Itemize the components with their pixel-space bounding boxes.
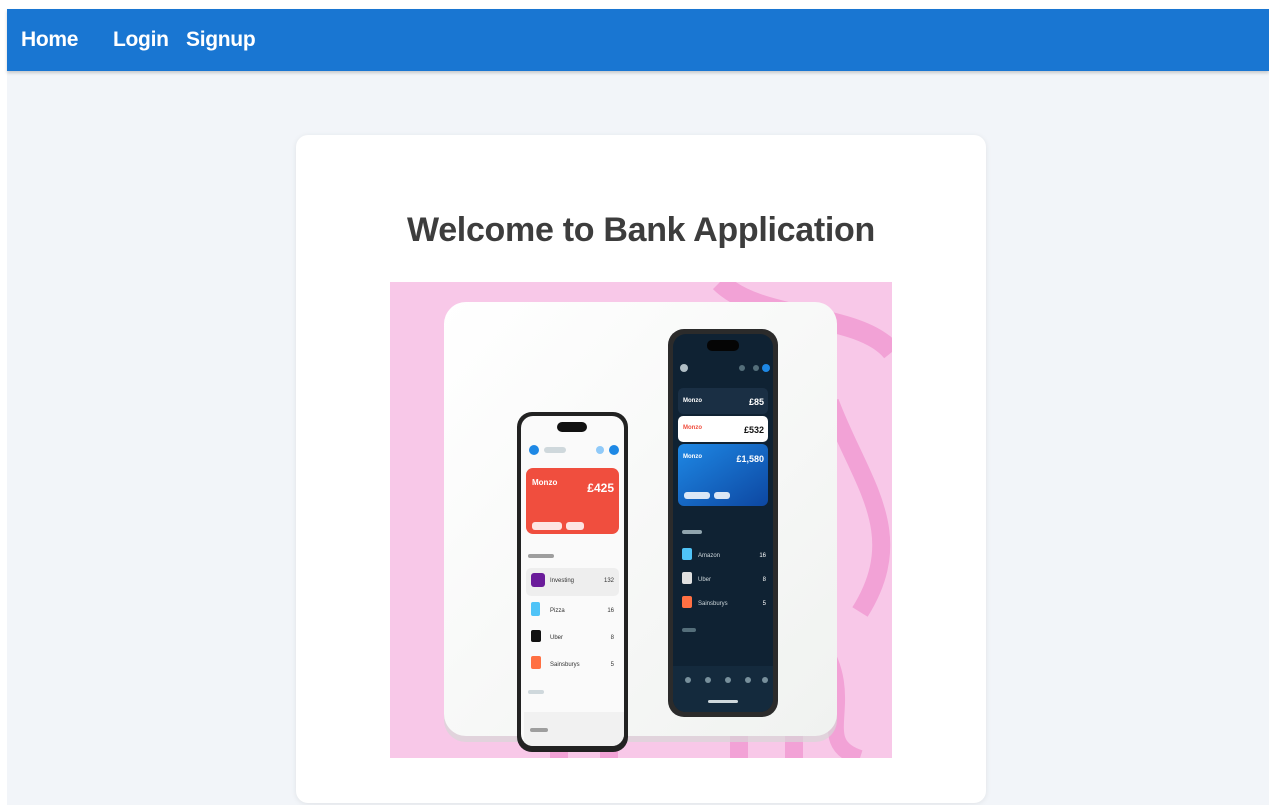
dark-card-2-brand: Monzo bbox=[683, 425, 702, 431]
light-tx-3: Uber bbox=[550, 635, 563, 641]
light-tx-4: Sainsburys bbox=[550, 662, 580, 668]
light-tx-1: Investing bbox=[550, 578, 574, 584]
dark-card-2-amount: £532 bbox=[744, 425, 764, 435]
dark-tx-2: Uber bbox=[698, 577, 711, 583]
dark-card-1-amount: £85 bbox=[749, 397, 764, 407]
dark-card-1-brand: Monzo bbox=[683, 398, 702, 404]
nav-home-link[interactable]: Home bbox=[21, 28, 78, 52]
page-title: Welcome to Bank Application bbox=[407, 211, 875, 249]
light-card-amount: £425 bbox=[587, 481, 614, 495]
light-phone: Monzo £425 Investing 132 Pizza 16 Uber 8… bbox=[517, 412, 628, 752]
dark-amt-1: 16 bbox=[759, 553, 766, 559]
welcome-card: Welcome to Bank Application Monzo £425 I… bbox=[296, 135, 986, 803]
nav-login-link[interactable]: Login bbox=[113, 28, 169, 52]
top-navbar: Home Login Signup bbox=[7, 9, 1269, 71]
dark-tx-1: Amazon bbox=[698, 553, 720, 559]
product-panel bbox=[444, 302, 837, 736]
light-card-brand: Monzo bbox=[532, 478, 557, 487]
dark-tx-3: Sainsburys bbox=[698, 601, 728, 607]
app-frame: Home Login Signup Welcome to Bank Applic… bbox=[7, 9, 1269, 805]
dark-phone: Monzo £85 Monzo £532 Monzo £1,580 Amazon… bbox=[668, 329, 778, 717]
dark-card-3-brand: Monzo bbox=[683, 454, 702, 460]
dark-card-3-amount: £1,580 bbox=[736, 454, 764, 464]
nav-signup-link[interactable]: Signup bbox=[186, 28, 256, 52]
light-amt-2: 16 bbox=[607, 608, 614, 614]
banking-app-phones-image: Monzo £425 Investing 132 Pizza 16 Uber 8… bbox=[390, 274, 900, 766]
light-amt-1: 132 bbox=[604, 578, 615, 584]
light-tx-2: Pizza bbox=[550, 608, 565, 614]
